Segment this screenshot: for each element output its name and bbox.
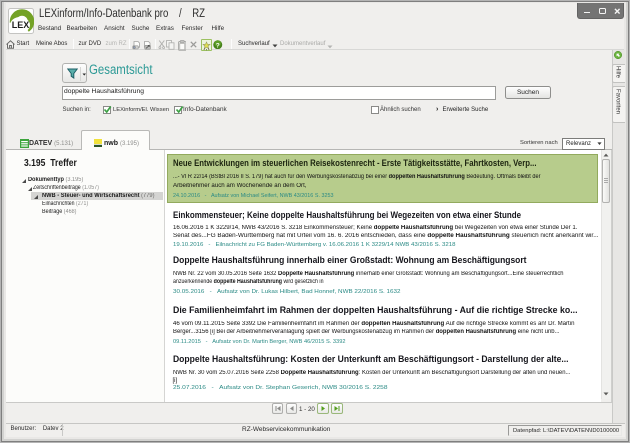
svg-text:?: ? bbox=[216, 42, 220, 49]
svg-text:LEX: LEX bbox=[12, 20, 30, 30]
